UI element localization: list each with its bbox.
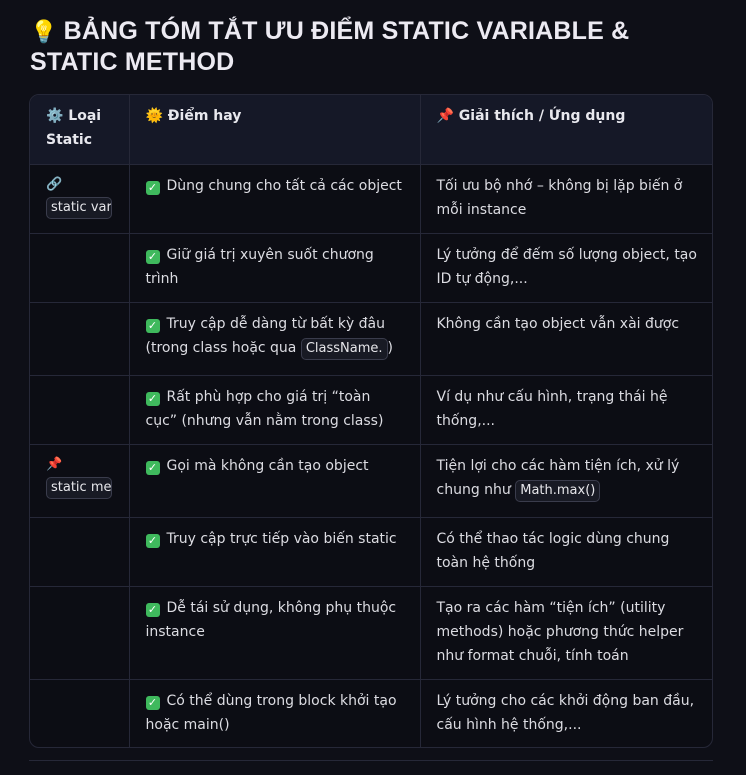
header-static-type: ⚙️ Loại Static [30,95,130,165]
explanation-cell: Tối ưu bộ nhớ – không bị lặp biến ở mỗi … [420,164,712,234]
explanation-cell: Ví dụ như cấu hình, trạng thái hệ thống,… [420,375,712,445]
explanation-cell: Tạo ra các hàm “tiện ích” (utility metho… [420,586,712,680]
explanation-text: Tối ưu bộ nhớ – không bị lặp biến ở mỗi … [436,178,683,218]
highlight-text: Dùng chung cho tất cả các object [166,178,402,194]
explanation-cell: Không cần tạo object vẫn xài được [420,302,712,376]
check-mark-icon: ✓ [145,319,160,333]
highlight-text: Rất phù hợp cho giá trị “toàn cục” (nhưn… [145,389,384,429]
explanation-cell: Tiện lợi cho các hàm tiện ích, xử lý chu… [420,444,712,518]
explanation-text: Có thể thao tác logic dùng chung toàn hệ… [436,531,670,571]
inline-code: Math.max() [515,480,601,502]
static-type-code: static method [46,477,112,499]
pushpin-icon: 📌 [46,457,63,472]
table-row: ✓ Truy cập trực tiếp vào biến static Có th… [30,517,712,587]
explanation-text: Không cần tạo object vẫn xài được [436,316,680,332]
divider [29,760,713,761]
check-mark-icon: ✓ [145,696,160,710]
static-type-cell [30,586,130,680]
table-row: ✓ Rất phù hợp cho giá trị “toàn cục” (như… [30,375,712,445]
highlight-cell: ✓ Rất phù hợp cho giá trị “toàn cục” (như… [129,375,421,445]
check-mark-icon: ✓ [145,534,160,548]
explanation-cell: Lý tưởng để đếm số lượng object, tạo ID … [420,233,712,303]
static-type-cell [30,375,130,445]
static-type-cell [30,233,130,303]
check-mark-icon: ✓ [145,392,160,406]
explanation-text: Tạo ra các hàm “tiện ích” (utility metho… [436,600,684,664]
table-row: ✓ Dễ tái sử dụng, không phụ thuộc instanc… [30,586,712,680]
explanation-text: Ví dụ như cấu hình, trạng thái hệ thống,… [436,389,668,429]
summary-table: ⚙️ Loại Static 🌞 Điểm hay 📌 Giải thích /… [29,94,713,748]
highlight-cell: ✓ Giữ giá trị xuyên suốt chương trình [129,233,421,303]
highlight-cell: ✓ Có thể dùng trong block khởi tạo hoặc m… [129,679,421,747]
static-type-cell [30,302,130,376]
table-row: ✓ Truy cập dễ dàng từ bất kỳ đâu (trong c… [30,302,712,376]
explanation-cell: Lý tưởng cho các khởi động ban đầu, cấu … [420,680,712,748]
explanation-cell: Có thể thao tác logic dùng chung toàn hệ… [420,517,712,587]
header-highlights: 🌞 Điểm hay [129,95,421,165]
highlight-text: Dễ tái sử dụng, không phụ thuộc instance [145,600,397,640]
static-type-cell: 🔗 static variable [30,164,130,234]
table-row: 🔗 static variable ✓ Dùng chung cho tất cả c… [30,164,712,234]
check-mark-icon: ✓ [145,250,160,264]
link-icon: 🔗 [46,177,63,192]
table-header-row: ⚙️ Loại Static 🌞 Điểm hay 📌 Giải thích /… [30,95,712,165]
static-type-code: static variable [46,197,112,219]
highlight-text: Gọi mà không cần tạo object [166,458,369,474]
highlight-text: Có thể dùng trong block khởi tạo hoặc ma… [145,693,397,733]
highlight-cell: ✓ Dùng chung cho tất cả các object [129,164,421,234]
highlight-text: Truy cập trực tiếp vào biến static [166,531,397,547]
check-mark-icon: ✓ [145,603,160,617]
explanation-text: Lý tưởng để đếm số lượng object, tạo ID … [436,247,697,287]
static-type-cell: 📌 static method [30,444,130,518]
explanation-text: Lý tưởng cho các khởi động ban đầu, cấu … [436,693,695,733]
highlight-text: Giữ giá trị xuyên suốt chương trình [145,247,374,287]
check-mark-icon: ✓ [145,181,160,195]
highlight-cell: ✓ Truy cập dễ dàng từ bất kỳ đâu (trong c… [129,302,421,376]
check-mark-icon: ✓ [145,461,160,475]
highlight-cell: ✓ Dễ tái sử dụng, không phụ thuộc instanc… [129,586,421,680]
table-row: ✓ Có thể dùng trong block khởi tạo hoặc m… [30,679,712,748]
table-row: ✓ Giữ giá trị xuyên suốt chương trình Lý t… [30,233,712,303]
highlight-cell: ✓ Gọi mà không cần tạo object [129,444,421,518]
page-title: 💡 BẢNG TÓM TẮT ƯU ĐIỂM STATIC VARIABLE & … [30,16,720,78]
title-text: BẢNG TÓM TẮT ƯU ĐIỂM STATIC VARIABLE & S… [30,17,630,76]
static-type-cell [30,679,130,747]
lightbulb-icon: 💡 [30,19,58,44]
header-explanation: 📌 Giải thích / Ứng dụng [420,95,712,165]
table-row: 📌 static method ✓ Gọi mà không cần tạo obje… [30,444,712,518]
static-type-cell [30,517,130,587]
inline-code: ClassName. [300,338,388,360]
highlight-text-suffix: ) [387,340,393,356]
highlight-cell: ✓ Truy cập trực tiếp vào biến static [129,517,421,587]
